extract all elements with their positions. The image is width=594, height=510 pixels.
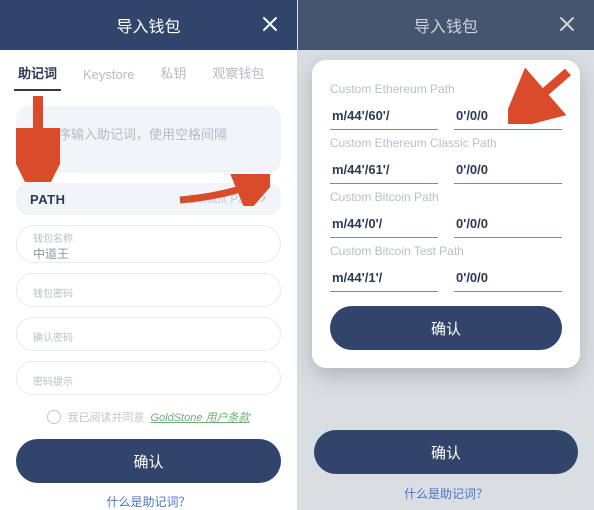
- mnemonic-input[interactable]: 按顺序输入助记词，使用空格间隔: [16, 106, 281, 173]
- screen-path-popup: 导入钱包 助记词 Keystore 私钥 观察钱包 确认 什么是助记词？ Cus…: [297, 0, 594, 510]
- path-prefix-input[interactable]: m/44'/61'/: [330, 158, 438, 184]
- path-suffix-input[interactable]: 0'/0/0: [454, 104, 562, 130]
- tab-watch[interactable]: 观察钱包: [208, 55, 268, 90]
- popup-confirm-button[interactable]: 确认: [330, 306, 562, 350]
- chevron-right-icon: [259, 192, 267, 206]
- path-row[interactable]: PATH Default Path: [16, 183, 281, 215]
- section-title: Custom Bitcoin Test Path: [330, 244, 562, 258]
- tab-bar: 助记词 Keystore 私钥 观察钱包: [0, 50, 297, 90]
- close-icon[interactable]: [556, 13, 578, 35]
- path-value: Default Path: [189, 192, 255, 206]
- path-label: PATH: [30, 192, 65, 207]
- path-suffix-input[interactable]: 0'/0/0: [454, 266, 562, 292]
- close-icon[interactable]: [259, 13, 281, 35]
- wallet-password-field[interactable]: 钱包密码: [16, 273, 281, 307]
- tos-checkbox[interactable]: [47, 410, 61, 424]
- title-bar: 导入钱包: [0, 0, 297, 50]
- path-prefix-input[interactable]: m/44'/60'/: [330, 104, 438, 130]
- tab-privatekey[interactable]: 私钥: [156, 55, 190, 90]
- path-suffix-input[interactable]: 0'/0/0: [454, 212, 562, 238]
- tos-prefix: 我已阅读并同意: [67, 409, 144, 425]
- screen-import-wallet: 导入钱包 助记词 Keystore 私钥 观察钱包 按顺序输入助记词，使用空格间…: [0, 0, 297, 510]
- confirm-button[interactable]: 确认: [16, 439, 281, 483]
- confirm-password-field[interactable]: 确认密码: [16, 317, 281, 351]
- wallet-name-field[interactable]: 钱包名称 中道王: [16, 225, 281, 263]
- page-title: 导入钱包: [116, 13, 180, 37]
- title-bar: 导入钱包: [298, 0, 594, 50]
- section-title: Custom Bitcoin Path: [330, 190, 562, 204]
- section-title: Custom Ethereum Path: [330, 82, 562, 96]
- tab-keystore[interactable]: Keystore: [79, 59, 138, 90]
- section-title: Custom Ethereum Classic Path: [330, 136, 562, 150]
- tos-link[interactable]: GoldStone 用户条款: [150, 409, 249, 425]
- path-prefix-input[interactable]: m/44'/0'/: [330, 212, 438, 238]
- path-suffix-input[interactable]: 0'/0/0: [454, 158, 562, 184]
- page-title: 导入钱包: [414, 13, 478, 37]
- help-link[interactable]: 什么是助记词？: [0, 493, 297, 510]
- path-popup: Custom Ethereum Path m/44'/60'/ 0'/0/0 C…: [312, 60, 580, 368]
- help-link[interactable]: 什么是助记词？: [298, 485, 594, 502]
- tos-row: 我已阅读并同意 GoldStone 用户条款: [16, 409, 281, 425]
- password-hint-field[interactable]: 密码提示: [16, 361, 281, 395]
- confirm-button[interactable]: 确认: [314, 430, 578, 474]
- path-prefix-input[interactable]: m/44'/1'/: [330, 266, 438, 292]
- tab-mnemonic[interactable]: 助记词: [14, 55, 61, 90]
- content: 按顺序输入助记词，使用空格间隔 PATH Default Path 钱包名称 中…: [0, 90, 297, 425]
